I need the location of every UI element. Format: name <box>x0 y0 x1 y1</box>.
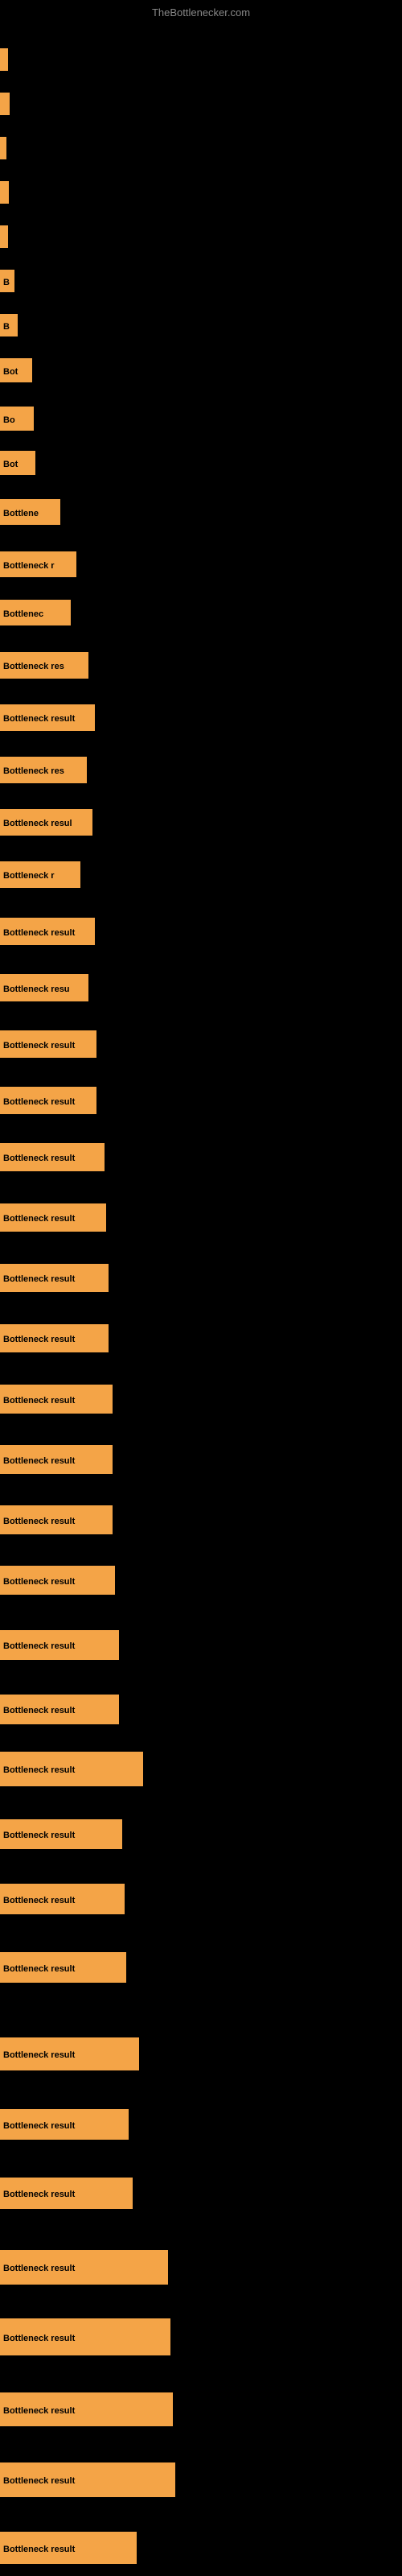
bar-label: Bottleneck result <box>0 1087 96 1114</box>
bar-label: Bot <box>0 358 32 382</box>
bar-label <box>0 181 9 204</box>
site-title: TheBottlenecker.com <box>152 6 250 19</box>
bar-label: Bottleneck result <box>0 1695 119 1724</box>
bar-item: Bottleneck result <box>0 1143 402 1171</box>
bar-label: Bottleneck result <box>0 2392 173 2426</box>
bar-label: Bottleneck result <box>0 1324 109 1352</box>
bar-label: Bottleneck result <box>0 2109 129 2140</box>
bar-label: Bottleneck result <box>0 1264 109 1292</box>
bar-item <box>0 225 402 248</box>
bar-item: Bottleneck result <box>0 1630 402 1660</box>
bar-item: Bottleneck result <box>0 918 402 945</box>
bar-label <box>0 137 6 159</box>
bar-label: Bottleneck result <box>0 2532 137 2564</box>
bar-item: B <box>0 270 402 292</box>
bar-item: Bottleneck result <box>0 1087 402 1114</box>
bar-label: Bottleneck result <box>0 1952 126 1983</box>
bar-item: Bottleneck result <box>0 2250 402 2285</box>
bar-item: Bottleneck result <box>0 1324 402 1352</box>
bar-item: Bottleneck r <box>0 861 402 888</box>
bar-label: Bottleneck result <box>0 1884 125 1914</box>
bar-label: Bottleneck result <box>0 2318 170 2355</box>
bar-item: Bottleneck result <box>0 1385 402 1414</box>
bar-item: Bottleneck result <box>0 2318 402 2355</box>
bar-item: B <box>0 314 402 336</box>
bar-item <box>0 93 402 115</box>
bar-item <box>0 181 402 204</box>
bar-item: Bottleneck res <box>0 757 402 783</box>
bar-label: Bottleneck resu <box>0 974 88 1001</box>
bar-label: Bottleneck result <box>0 1385 113 1414</box>
bar-item: Bottleneck result <box>0 1695 402 1724</box>
bar-label: Bottleneck result <box>0 1752 143 1786</box>
bar-label <box>0 93 10 115</box>
bar-item: Bottleneck r <box>0 551 402 577</box>
bar-item: Bottleneck result <box>0 1445 402 1474</box>
bar-label <box>0 48 8 71</box>
bar-item: Bottleneck result <box>0 2037 402 2070</box>
bar-item: Bottleneck result <box>0 2462 402 2497</box>
bar-label: Bottleneck result <box>0 1566 115 1595</box>
bar-item: Bot <box>0 451 402 475</box>
bar-label: Bottleneck result <box>0 2462 175 2497</box>
bar-label: Bottlene <box>0 499 60 525</box>
bar-label: Bottleneck r <box>0 551 76 577</box>
bar-label: Bottleneck result <box>0 1445 113 1474</box>
bar-item: Bottleneck result <box>0 2178 402 2209</box>
bar-item: Bottleneck result <box>0 1264 402 1292</box>
bar-item: Bot <box>0 358 402 382</box>
bar-item: Bottleneck result <box>0 1884 402 1914</box>
bar-label: Bottleneck result <box>0 704 95 731</box>
bar-label <box>0 225 8 248</box>
bar-label: B <box>0 270 14 292</box>
bar-label: Bottleneck result <box>0 2250 168 2285</box>
bar-item: Bottlenec <box>0 600 402 625</box>
bar-item: Bottleneck result <box>0 704 402 731</box>
bar-item <box>0 48 402 71</box>
bar-label: Bottleneck r <box>0 861 80 888</box>
bar-item: Bottleneck result <box>0 1819 402 1849</box>
bar-item: Bottleneck result <box>0 2109 402 2140</box>
bar-item: Bottleneck result <box>0 1752 402 1786</box>
bar-item: Bottleneck result <box>0 1566 402 1595</box>
bar-label: Bottlenec <box>0 600 71 625</box>
bar-label: Bo <box>0 407 34 431</box>
bar-label: Bottleneck result <box>0 2037 139 2070</box>
bar-item: Bottlene <box>0 499 402 525</box>
bar-item: Bottleneck result <box>0 1505 402 1534</box>
bar-label: Bottleneck result <box>0 1630 119 1660</box>
bar-item <box>0 137 402 159</box>
bar-label: Bottleneck result <box>0 1203 106 1232</box>
bar-item: Bottleneck result <box>0 1030 402 1058</box>
bar-label: Bottleneck resul <box>0 809 92 836</box>
bar-item: Bottleneck result <box>0 2532 402 2564</box>
bar-item: Bottleneck result <box>0 2392 402 2426</box>
bar-label: Bottleneck result <box>0 2178 133 2209</box>
bar-label: B <box>0 314 18 336</box>
bar-item: Bottleneck resul <box>0 809 402 836</box>
bar-label: Bottleneck result <box>0 918 95 945</box>
bar-label: Bottleneck res <box>0 757 87 783</box>
bar-label: Bottleneck result <box>0 1143 105 1171</box>
bar-label: Bottleneck result <box>0 1819 122 1849</box>
bar-item: Bottleneck result <box>0 1203 402 1232</box>
bar-item: Bo <box>0 407 402 431</box>
bar-label: Bottleneck result <box>0 1030 96 1058</box>
bar-label: Bottleneck res <box>0 652 88 679</box>
bar-item: Bottleneck resu <box>0 974 402 1001</box>
bar-item: Bottleneck result <box>0 1952 402 1983</box>
bar-label: Bot <box>0 451 35 475</box>
bar-label: Bottleneck result <box>0 1505 113 1534</box>
bar-item: Bottleneck res <box>0 652 402 679</box>
